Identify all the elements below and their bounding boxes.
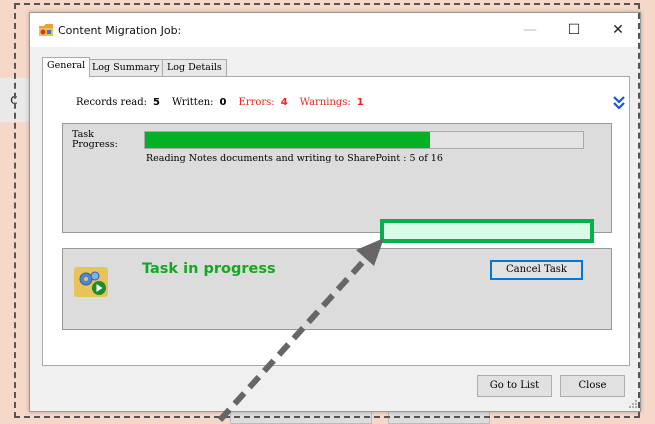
tab-general[interactable]: General <box>42 57 91 77</box>
pointer-arrow-icon <box>217 238 384 422</box>
